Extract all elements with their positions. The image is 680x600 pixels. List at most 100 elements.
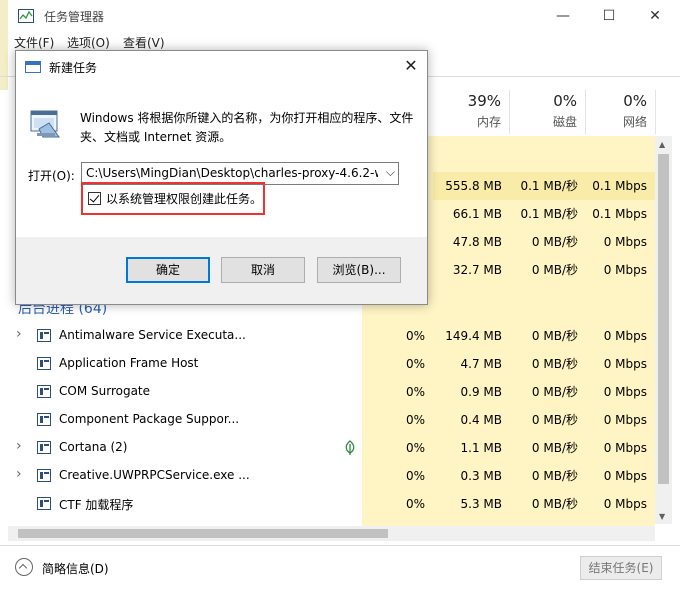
dialog-title: 新建任务 xyxy=(49,61,98,75)
dialog-close-button[interactable]: ✕ xyxy=(396,53,426,79)
admin-checkbox-label[interactable]: 以系统管理权限创建此任务。 xyxy=(106,190,262,207)
top-row-1-net: 0.1 Mbps xyxy=(586,172,655,200)
top-row-2-disk: 0.1 MB/秒 xyxy=(520,207,578,221)
process-net-cell: 0 Mbps xyxy=(603,413,647,427)
title-bar: 任务管理器 — ☐ ✕ xyxy=(8,0,680,32)
cancel-button[interactable]: 取消 xyxy=(221,257,305,283)
open-label: 打开(O): xyxy=(28,169,75,183)
process-name: COM Surrogate xyxy=(59,384,151,398)
chevron-up-circle-icon[interactable] xyxy=(15,558,33,576)
process-mem-cell: 5.3 MB xyxy=(460,497,502,511)
brief-info-link[interactable]: 简略信息(D) xyxy=(42,560,109,577)
process-name: Application Frame Host xyxy=(59,356,199,370)
process-row[interactable]: Application Frame Host xyxy=(0,350,362,378)
process-net-cell: 0 Mbps xyxy=(603,329,647,343)
window-title: 任务管理器 xyxy=(44,10,105,24)
minimize-button[interactable]: — xyxy=(540,0,586,32)
end-task-button[interactable]: 结束任务(E) xyxy=(580,556,662,580)
process-mem-cell: 0.9 MB xyxy=(460,385,502,399)
ok-button[interactable]: 确定 xyxy=(126,257,210,283)
open-input[interactable]: C:\Users\MingDian\Desktop\charles-proxy-… xyxy=(86,166,378,180)
chevron-right-icon[interactable]: › xyxy=(16,326,22,342)
process-row[interactable]: › Antimalware Service Executa... xyxy=(0,322,362,350)
top-row-3-net: 0 Mbps xyxy=(603,235,647,249)
process-disk-cell: 0 MB/秒 xyxy=(531,441,578,455)
dialog-button-bar: 确定 取消 浏览(B)... xyxy=(16,237,427,304)
process-cpu-cell: 0% xyxy=(405,469,425,483)
suspended-leaf-icon xyxy=(345,440,355,455)
process-window-icon xyxy=(37,329,51,342)
process-mem-cell: 0.4 MB xyxy=(460,413,502,427)
process-window-icon xyxy=(37,497,51,510)
column-network[interactable]: 0% 网络 xyxy=(586,90,656,134)
horizontal-scroll-thumb[interactable] xyxy=(18,529,388,538)
process-row[interactable]: › Cortana (2) xyxy=(0,434,362,462)
process-cpu-cell: 0% xyxy=(405,497,425,511)
process-disk-cell: 0 MB/秒 xyxy=(531,329,578,343)
vertical-scroll-thumb[interactable] xyxy=(658,154,669,484)
scroll-up-arrow-icon[interactable]: ▲ xyxy=(659,140,665,149)
column-disk[interactable]: 0% 磁盘 xyxy=(510,90,586,134)
chevron-down-icon[interactable]: ⌵ xyxy=(386,165,395,180)
footer-bar: 简略信息(D) 结束任务(E) xyxy=(0,545,680,600)
process-disk-cell: 0 MB/秒 xyxy=(531,385,578,399)
task-manager-icon xyxy=(18,9,34,23)
process-window-icon xyxy=(37,385,51,398)
network-label: 网络 xyxy=(622,115,647,129)
process-cpu-cell: 0% xyxy=(405,413,425,427)
admin-checkbox[interactable] xyxy=(88,192,101,205)
close-button[interactable]: ✕ xyxy=(632,0,678,32)
maximize-button[interactable]: ☐ xyxy=(586,0,632,32)
process-window-icon xyxy=(37,357,51,370)
process-row[interactable]: COM Surrogate xyxy=(0,378,362,406)
process-cpu-cell: 0% xyxy=(405,385,425,399)
process-cpu-cell: 0% xyxy=(405,357,425,371)
process-row[interactable]: › Creative.UWPRPCService.exe ... xyxy=(0,462,362,490)
process-net-cell: 0 Mbps xyxy=(603,357,647,371)
memory-percent: 39% xyxy=(467,92,501,110)
chevron-right-icon[interactable]: › xyxy=(16,466,22,482)
process-disk-cell: 0 MB/秒 xyxy=(531,413,578,427)
vertical-scrollbar[interactable]: ▲ ▼ xyxy=(655,136,672,524)
menu-file[interactable]: 文件(F) xyxy=(14,34,54,51)
menu-view[interactable]: 查看(V) xyxy=(123,34,165,51)
scroll-down-arrow-icon[interactable]: ▼ xyxy=(659,512,665,521)
process-mem-cell: 1.1 MB xyxy=(460,441,502,455)
top-row-4-disk: 0 MB/秒 xyxy=(531,263,578,277)
top-row-3-mem: 47.8 MB xyxy=(452,235,502,249)
process-window-icon xyxy=(37,413,51,426)
process-net-cell: 0 Mbps xyxy=(603,497,647,511)
disk-percent: 0% xyxy=(553,92,577,110)
process-window-icon xyxy=(37,469,51,482)
top-row-3-disk: 0 MB/秒 xyxy=(531,235,578,249)
top-row-2-mem: 66.1 MB xyxy=(452,207,502,221)
process-mem-cell: 4.7 MB xyxy=(460,357,502,371)
browse-button[interactable]: 浏览(B)... xyxy=(317,257,401,283)
process-disk-cell: 0 MB/秒 xyxy=(531,497,578,511)
run-window-icon xyxy=(25,61,41,73)
run-program-icon xyxy=(30,110,60,138)
process-window-icon xyxy=(37,441,51,454)
process-net-cell: 0 Mbps xyxy=(603,385,647,399)
top-row-4-net: 0 Mbps xyxy=(603,263,647,277)
process-disk-cell: 0 MB/秒 xyxy=(531,357,578,371)
chevron-right-icon[interactable]: › xyxy=(16,438,22,454)
process-cpu-cell: 0% xyxy=(405,329,425,343)
column-memory[interactable]: 39% 内存 xyxy=(433,90,510,134)
menu-options[interactable]: 选项(O) xyxy=(67,34,110,51)
process-mem-cell: 0.3 MB xyxy=(460,469,502,483)
process-row[interactable]: Component Package Suppor... xyxy=(0,406,362,434)
top-row-4-mem: 32.7 MB xyxy=(452,263,502,277)
admin-checkbox-highlight: 以系统管理权限创建此任务。 xyxy=(81,182,265,215)
memory-label: 内存 xyxy=(476,115,501,129)
disk-label: 磁盘 xyxy=(552,115,577,129)
network-percent: 0% xyxy=(623,92,647,110)
process-name: Creative.UWPRPCService.exe ... xyxy=(59,468,250,482)
new-task-dialog: 新建任务 ✕ Windows 将根据你所键入的名称，为你打开相应的程序、文件夹、… xyxy=(15,50,428,305)
process-net-cell: 0 Mbps xyxy=(603,469,647,483)
process-row[interactable]: CTF 加载程序 xyxy=(0,490,362,518)
top-row-1-mem: 555.8 MB xyxy=(433,172,510,200)
horizontal-scrollbar[interactable] xyxy=(8,526,655,541)
process-name: Cortana (2) xyxy=(59,440,128,454)
menu-bar: 文件(F) 选项(O) 查看(V) xyxy=(8,32,680,52)
